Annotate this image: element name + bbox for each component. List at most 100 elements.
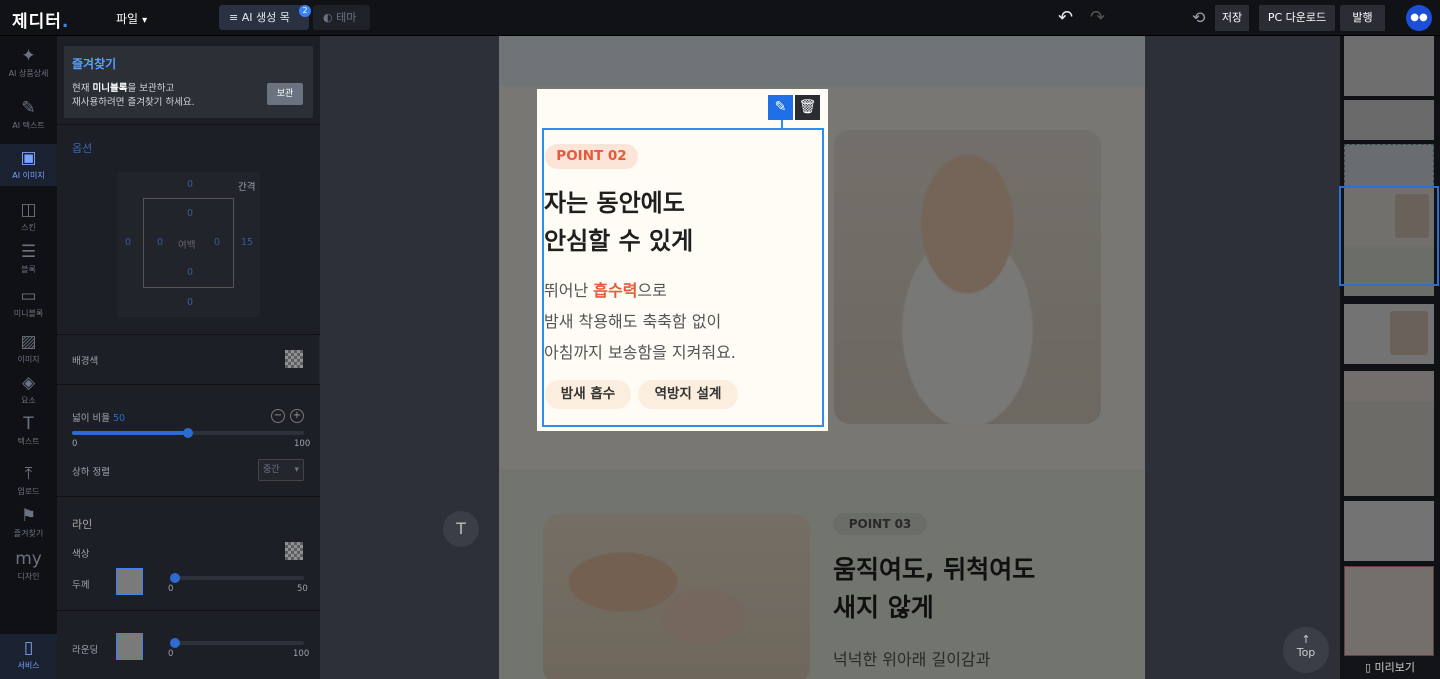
tag-overnight-absorb[interactable]: 밤새 흡수 — [545, 380, 631, 409]
vertical-align-label: 상하 정렬 — [72, 467, 110, 478]
rail-favorites[interactable]: ⚑ 즐겨찾기 — [0, 506, 57, 539]
upload-icon: ⤒ — [24, 464, 33, 484]
point-03-heading-line1[interactable]: 움직여도, 뒤척여도 — [833, 550, 1035, 586]
service-icon: ▯ — [23, 638, 34, 658]
width-ratio-label: 넓이 비율 50 — [72, 413, 126, 424]
keep-button[interactable]: 보관 — [267, 83, 303, 105]
minus-icon[interactable]: − — [271, 409, 285, 423]
line-thickness-min: 0 — [168, 584, 174, 594]
card-heading-line2[interactable]: 안심할 수 있게 — [544, 221, 693, 256]
image-icon: ▨ — [20, 332, 37, 352]
card-body-line1[interactable]: 뛰어난 흡수력으로 — [544, 277, 667, 301]
padding-bottom[interactable]: 0 — [187, 267, 193, 278]
rail-skin[interactable]: ◫ 스킨 — [0, 200, 57, 233]
divider — [57, 384, 320, 385]
magic-tag-icon: ✦ — [21, 46, 36, 66]
line-thickness-preview[interactable] — [116, 568, 143, 595]
card-body-line3[interactable]: 아침까지 보송함을 지켜줘요. — [544, 339, 736, 363]
rail-upload[interactable]: ⤒ 업로드 — [0, 464, 57, 497]
arrow-up-icon: ↑ — [1301, 633, 1311, 646]
line-thickness-max: 50 — [297, 584, 308, 594]
divider — [57, 496, 320, 497]
redo-icon[interactable]: ↷ — [1090, 7, 1105, 28]
plus-icon[interactable]: + — [290, 409, 304, 423]
padding-top[interactable]: 0 — [187, 208, 193, 219]
page-minimap[interactable] — [1340, 36, 1440, 679]
margin-bottom[interactable]: 0 — [187, 297, 193, 308]
shapes-icon: ◈ — [21, 373, 36, 393]
publish-button[interactable]: 발행 — [1340, 5, 1385, 31]
theme-tab[interactable]: ◐ 테마 — [313, 5, 370, 30]
rail-text[interactable]: T 텍스트 — [0, 414, 57, 447]
text-tool-icon[interactable]: T — [443, 511, 479, 547]
baby-photo[interactable] — [834, 130, 1101, 424]
line-thickness-label: 두께 — [72, 580, 90, 591]
avatar[interactable]: ●● — [1406, 5, 1432, 31]
rounding-min: 0 — [168, 649, 174, 659]
app-logo[interactable]: 제디터. — [12, 7, 69, 32]
trash-icon[interactable]: 🗑 — [795, 95, 820, 120]
point-03-heading-line2[interactable]: 새지 않게 — [833, 588, 934, 624]
preview-button[interactable]: ▯ 미리보기 — [1340, 656, 1440, 679]
width-ratio-handle[interactable] — [183, 428, 193, 438]
padding-left[interactable]: 0 — [157, 237, 163, 248]
margin-left[interactable]: 0 — [125, 237, 131, 248]
point-03-pill: POINT 03 — [833, 513, 927, 535]
rounding-handle[interactable] — [170, 638, 180, 648]
scroll-top-button[interactable]: ↑ Top — [1283, 627, 1329, 673]
vertical-align-select[interactable]: 중간 ▾ — [258, 459, 304, 481]
width-ratio-min: 0 — [72, 439, 78, 449]
rail-image[interactable]: ▨ 이미지 — [0, 332, 57, 365]
history-icon[interactable]: ⟲ — [1192, 8, 1205, 27]
favorites-title: 즐겨찾기 — [72, 57, 117, 71]
rounding-label: 라운딩 — [72, 645, 99, 656]
rail-element[interactable]: ◈ 요소 — [0, 373, 57, 406]
divider — [57, 610, 320, 611]
line-thickness-track[interactable] — [172, 576, 304, 580]
save-button[interactable]: 저장 — [1215, 5, 1249, 31]
line-color-swatch[interactable] — [285, 542, 303, 560]
rounding-track[interactable] — [172, 641, 304, 645]
pc-download-button[interactable]: PC 다운로드 — [1259, 5, 1335, 31]
rail-service[interactable]: ▯ 서비스 — [0, 634, 57, 679]
list-icon: ≡ — [229, 11, 242, 24]
pencil-icon[interactable]: ✎ — [768, 95, 793, 120]
card-heading-line1[interactable]: 자는 동안에도 — [544, 183, 685, 218]
rail-design[interactable]: my 디자인 — [0, 549, 57, 582]
minimap-page — [1340, 36, 1438, 656]
rail-ai-image[interactable]: ▣ AI 이미지 — [0, 144, 57, 186]
rounding-preview[interactable] — [116, 633, 143, 660]
top-bar: 제디터. 파일▾ ≡ AI 생성 목록 2 ◐ 테마 ↶ ↷ ⟲ 저장 PC 다… — [0, 0, 1440, 49]
line-title: 라인 — [72, 518, 93, 531]
bookmark-icon: ⚑ — [20, 506, 37, 526]
point-02-pill[interactable]: POINT 02 — [545, 144, 638, 169]
width-ratio-max: 100 — [294, 439, 311, 449]
text-icon: T — [23, 414, 34, 434]
rounding-max: 100 — [293, 649, 310, 659]
magic-pen-icon: ✎ — [21, 98, 36, 118]
margin-right[interactable]: 15 — [241, 237, 253, 248]
ai-history-tab[interactable]: ≡ AI 생성 목록 2 — [219, 5, 311, 49]
padding-right[interactable]: 0 — [214, 237, 220, 248]
mother-baby-photo[interactable] — [543, 514, 810, 679]
section-top — [499, 36, 1145, 86]
margin-top[interactable]: 0 — [187, 179, 193, 190]
line-thickness-handle[interactable] — [170, 573, 180, 583]
left-rail: ✦ AI 상품상세 ✎ AI 텍스트 ▣ AI 이미지 ◫ 스킨 ☰ 블록 ▭ 미니블록 ▨… — [0, 36, 57, 679]
line-color-label: 색상 — [72, 549, 90, 560]
minimap-viewport[interactable] — [1339, 186, 1439, 286]
point-03-body[interactable]: 넉넉한 위아래 길이감과 — [833, 646, 990, 670]
file-menu[interactable]: 파일 ▾ — [116, 10, 147, 27]
gap-label: 간격 — [238, 182, 256, 193]
bg-color-swatch[interactable] — [285, 350, 303, 368]
divider — [57, 124, 320, 125]
layout-icon: ◫ — [20, 200, 37, 220]
rail-ai-product[interactable]: ✦ AI 상품상세 — [0, 46, 57, 79]
card-body-line2[interactable]: 밤새 착용해도 축축함 없이 — [544, 308, 721, 332]
rail-ai-text[interactable]: ✎ AI 텍스트 — [0, 98, 57, 131]
tag-backflow-design[interactable]: 역방지 설계 — [638, 380, 738, 409]
rail-mini-block[interactable]: ▭ 미니블록 — [0, 286, 57, 319]
rail-block[interactable]: ☰ 블록 — [0, 242, 57, 275]
mini-block-icon: ▭ — [20, 286, 37, 306]
undo-icon[interactable]: ↶ — [1058, 7, 1073, 28]
